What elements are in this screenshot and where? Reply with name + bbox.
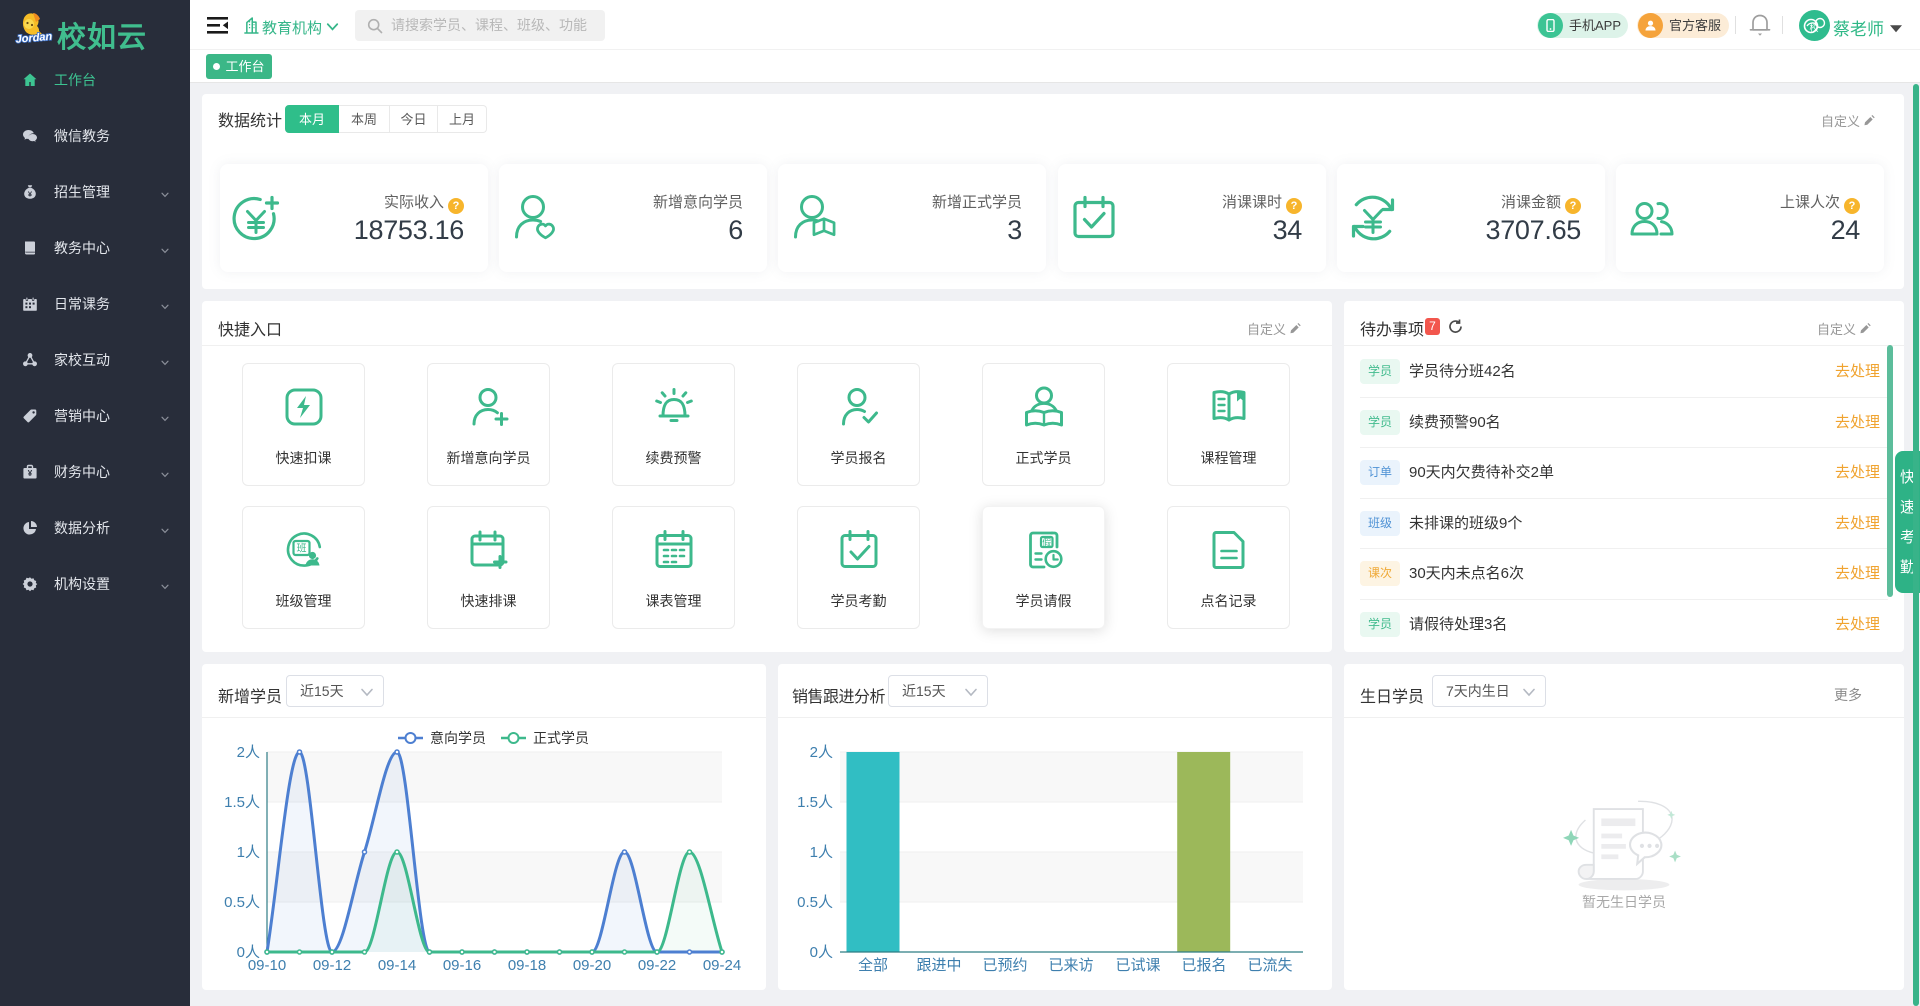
svg-text:0.5人: 0.5人 bbox=[797, 894, 833, 911]
svg-text:1.5人: 1.5人 bbox=[224, 794, 260, 811]
svg-text:09-12: 09-12 bbox=[313, 957, 351, 974]
svg-text:09-22: 09-22 bbox=[638, 957, 676, 974]
svg-text:意向学员: 意向学员 bbox=[430, 730, 486, 746]
svg-text:09-14: 09-14 bbox=[378, 957, 416, 974]
svg-text:09-20: 09-20 bbox=[573, 957, 611, 974]
svg-text:09-24: 09-24 bbox=[703, 957, 741, 974]
svg-text:2人: 2人 bbox=[810, 744, 833, 761]
svg-text:0.5人: 0.5人 bbox=[224, 894, 260, 911]
svg-text:¥: ¥ bbox=[28, 469, 33, 478]
svg-text:已报名: 已报名 bbox=[1181, 957, 1226, 974]
svg-text:假: 假 bbox=[1042, 537, 1051, 547]
svg-text:已试课: 已试课 bbox=[1115, 957, 1160, 974]
svg-text:已来访: 已来访 bbox=[1048, 957, 1093, 974]
svg-text:09-10: 09-10 bbox=[248, 957, 286, 974]
svg-text:09-18: 09-18 bbox=[508, 957, 546, 974]
svg-text:全部: 全部 bbox=[858, 956, 888, 974]
svg-text:09-16: 09-16 bbox=[443, 957, 481, 974]
svg-text:Jordan: Jordan bbox=[15, 31, 53, 46]
svg-text:班: 班 bbox=[297, 543, 307, 555]
svg-text:正式学员: 正式学员 bbox=[533, 730, 589, 746]
svg-text:已流失: 已流失 bbox=[1247, 957, 1292, 974]
svg-text:跟进中: 跟进中 bbox=[916, 957, 961, 974]
svg-text:1.5人: 1.5人 bbox=[797, 794, 833, 811]
svg-text:1人: 1人 bbox=[810, 844, 833, 861]
svg-text:校: 校 bbox=[1809, 22, 1818, 33]
svg-text:已预约: 已预约 bbox=[982, 957, 1027, 974]
svg-text:0人: 0人 bbox=[810, 944, 833, 961]
svg-text:2人: 2人 bbox=[237, 744, 260, 761]
svg-text:1人: 1人 bbox=[237, 844, 260, 861]
